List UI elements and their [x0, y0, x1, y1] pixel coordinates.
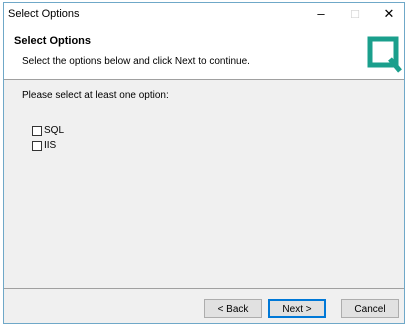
wizard-header: Select Options Select the options below … — [4, 26, 404, 80]
window-title: Select Options — [8, 8, 80, 20]
minimize-button[interactable]: – — [304, 3, 338, 26]
option-sql[interactable]: SQL — [32, 124, 64, 137]
option-label: IIS — [44, 140, 57, 151]
next-button[interactable]: Next > — [268, 299, 326, 318]
q-logo-icon — [367, 36, 402, 73]
option-label: SQL — [44, 125, 65, 136]
maximize-button[interactable]: □ — [338, 3, 372, 26]
footer-divider — [4, 288, 404, 289]
sql-checkbox[interactable] — [32, 125, 42, 136]
back-button[interactable]: < Back — [204, 299, 262, 318]
iis-checkbox[interactable] — [32, 140, 42, 151]
close-button[interactable]: ✕ — [372, 3, 404, 26]
option-iis[interactable]: IIS — [32, 139, 56, 152]
options-prompt: Please select at least one option: — [22, 90, 169, 101]
title-bar: Select Options – □ ✕ — [4, 3, 404, 26]
installer-window: Select Options – □ ✕ Select Options Sele… — [3, 2, 405, 324]
header-title: Select Options — [14, 35, 92, 47]
cancel-button[interactable]: Cancel — [341, 299, 399, 318]
header-description: Select the options below and click Next … — [22, 56, 250, 67]
